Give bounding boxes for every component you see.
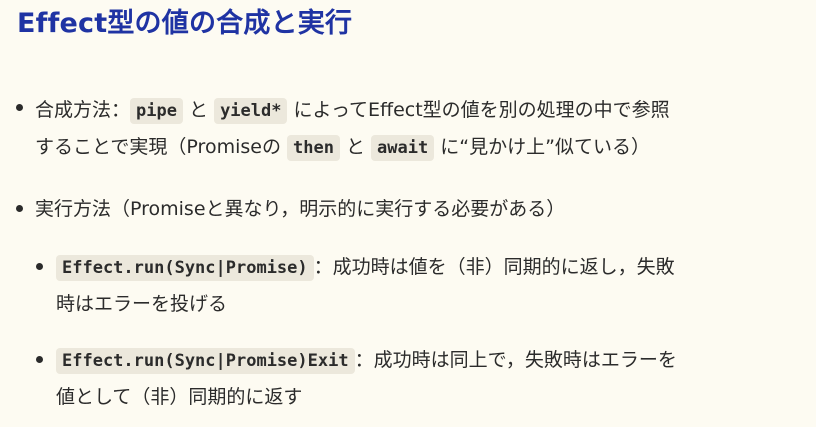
slide: Effect型の値の合成と実行 合成方法： pipe と yield* によってE… <box>0 0 816 427</box>
code-effect-run-exit: Effect.run(Sync|Promise)Exit <box>56 348 355 374</box>
code-pipe: pipe <box>130 98 183 124</box>
connector-text: と <box>339 136 372 158</box>
subbullet-run: Effect.run(Sync|Promise) ：成功時は値を（非）同期的に返し… <box>56 249 801 322</box>
composition-text-end: に“見かけ上”似ている） <box>434 136 650 158</box>
code-then: then <box>287 135 340 161</box>
slide-title: Effect型の値の合成と実行 <box>17 8 353 39</box>
connector-text: と <box>182 99 215 121</box>
bullet-composition-line1: 合成方法： pipe と yield* によってEffect型の値を別の処理の中で… <box>35 92 800 129</box>
subbullet-run-exit-line1: Effect.run(Sync|Promise)Exit ：成功時は同上で，失敗時… <box>56 342 801 379</box>
bullet-dot <box>16 104 23 111</box>
code-await: await <box>371 135 435 161</box>
subbullet-dot <box>36 356 43 363</box>
composition-text-cont: することで実現（Promiseの <box>35 136 287 158</box>
bullet-execution: 実行方法（Promiseと異なり，明示的に実行する必要がある） <box>35 191 800 227</box>
run-exit-description: ：成功時は同上で，失敗時はエラーを <box>354 349 677 371</box>
bullet-composition: 合成方法： pipe と yield* によってEffect型の値を別の処理の中で… <box>35 92 800 166</box>
code-effect-run: Effect.run(Sync|Promise) <box>56 255 314 281</box>
subbullet-run-line1: Effect.run(Sync|Promise) ：成功時は値を（非）同期的に返し… <box>56 249 801 286</box>
bullet-dot <box>16 205 23 212</box>
run-exit-description-cont: 値として（非）同期的に返す <box>56 386 303 408</box>
bullet-composition-line2: することで実現（Promiseの then と await に“見かけ上”似てい… <box>35 129 800 166</box>
code-yield: yield* <box>214 98 288 124</box>
execution-text: 実行方法（Promiseと異なり，明示的に実行する必要がある） <box>35 198 566 220</box>
composition-text: によってEffect型の値を別の処理の中で参照 <box>287 99 670 121</box>
run-description-cont: 時はエラーを投げる <box>56 293 228 315</box>
subbullet-run-exit: Effect.run(Sync|Promise)Exit ：成功時は同上で，失敗時… <box>56 342 801 415</box>
subbullet-dot <box>36 263 43 270</box>
run-description: ：成功時は値を（非）同期的に返し，失敗 <box>313 256 675 278</box>
composition-label: 合成方法： <box>35 99 131 121</box>
